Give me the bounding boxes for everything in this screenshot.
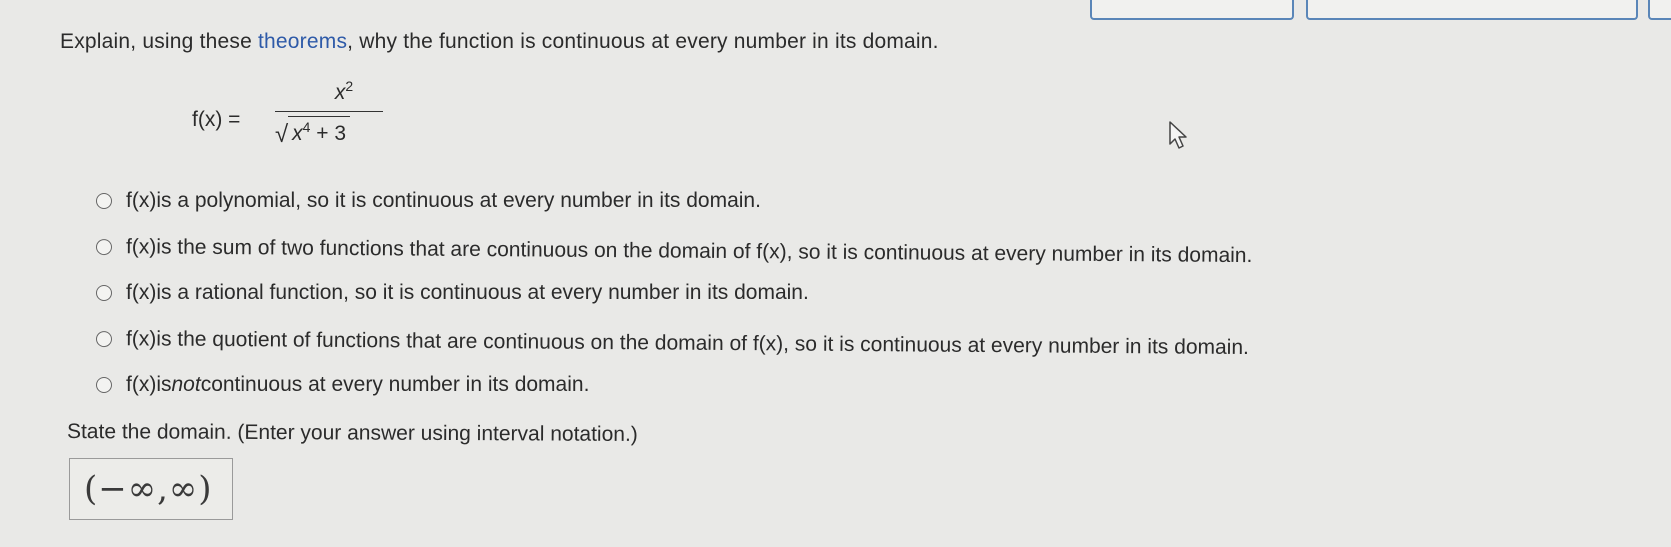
radicand-rest: + 3 <box>310 122 347 145</box>
option-fx: f(x) <box>126 189 157 212</box>
radicand: x4 + 3 <box>288 116 351 146</box>
domain-answer-value: (−∞,∞) <box>84 469 213 509</box>
formula-denominator: √ x4 + 3 <box>275 116 383 149</box>
option-text: is the sum of two functions that are con… <box>156 235 1253 268</box>
question-prefix: Explain, using these <box>60 30 258 53</box>
domain-prompt: State the domain. (Enter your answer usi… <box>66 420 638 446</box>
option-fx: f(x) <box>126 281 157 304</box>
option-sum[interactable]: f(x) is the sum of two functions that ar… <box>95 224 1253 279</box>
answer-options: f(x) is a polynomial, so it is continuou… <box>95 178 1253 408</box>
option-fx: f(x) <box>126 373 157 396</box>
radio-button-icon[interactable] <box>95 239 113 256</box>
radio-button-icon[interactable] <box>96 285 112 301</box>
radio-button-icon[interactable] <box>96 377 112 393</box>
option-fx: f(x) <box>125 235 157 259</box>
formula-fraction: x2 √ x4 + 3 <box>275 78 383 149</box>
pointer-cursor-icon <box>1169 121 1187 149</box>
option-text: is a polynomial, so it is continuous at … <box>156 189 761 212</box>
option-fx: f(x) <box>125 327 157 351</box>
formula-numerator: x2 <box>275 78 383 105</box>
numerator-exponent: 2 <box>345 78 354 94</box>
numerator-base: x <box>334 81 346 104</box>
top-answer-box-2[interactable] <box>1306 0 1638 20</box>
question-suffix: , why the function is continuous at ever… <box>347 30 939 53</box>
option-text: is a rational function, so it is continu… <box>156 281 809 304</box>
formula-lhs: f(x) = <box>192 108 241 131</box>
square-root-icon: √ <box>275 121 289 148</box>
option-quotient[interactable]: f(x) is the quotient of functions that a… <box>95 316 1253 371</box>
question-text: Explain, using these theorems, why the f… <box>60 30 939 54</box>
top-answer-box-1[interactable] <box>1090 0 1294 20</box>
option-text-emphasis: not <box>171 373 201 396</box>
theorems-link[interactable]: theorems <box>258 30 347 53</box>
top-answer-box-3[interactable] <box>1648 0 1671 20</box>
fraction-bar <box>275 111 383 112</box>
option-text: is the quotient of functions that are co… <box>156 327 1249 360</box>
option-polynomial[interactable]: f(x) is a polynomial, so it is continuou… <box>96 178 1252 224</box>
radicand-base: x <box>292 122 303 145</box>
option-text-pre: is <box>156 373 172 396</box>
radio-button-icon[interactable] <box>96 193 112 209</box>
option-text-post: continuous at every number in its domain… <box>200 373 590 396</box>
domain-answer-input[interactable]: (−∞,∞) <box>69 458 233 520</box>
radio-button-icon[interactable] <box>95 331 113 348</box>
